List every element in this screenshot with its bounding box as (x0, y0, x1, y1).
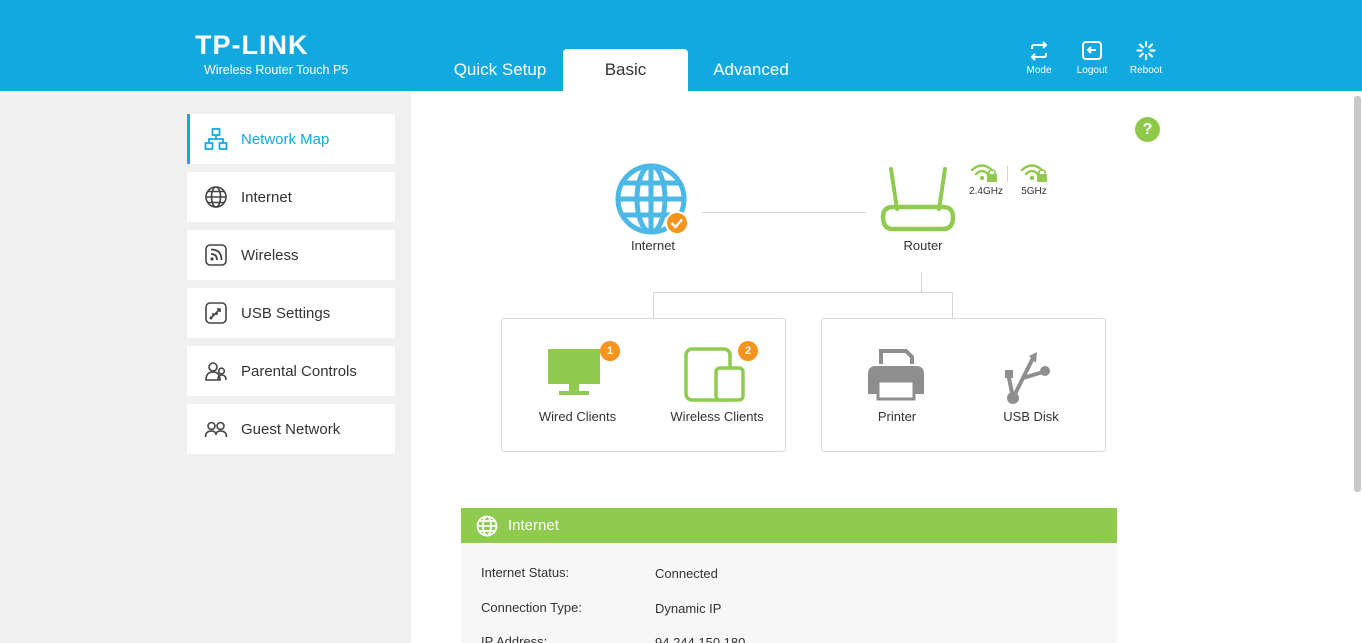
ip-address-label: IP Address: (481, 634, 548, 643)
printer-icon (868, 349, 924, 401)
router-icon (880, 167, 956, 232)
page-scrollbar[interactable] (1354, 96, 1361, 492)
connection-type-value: Dynamic IP (655, 601, 722, 616)
sidebar-item-internet[interactable]: Internet (187, 172, 395, 222)
internet-globe-icon (615, 163, 689, 235)
sidebar-item-label: USB Settings (241, 304, 331, 322)
mode-label: Mode (1026, 65, 1052, 76)
globe-icon (204, 185, 228, 209)
parental-controls-icon (204, 359, 228, 383)
sidebar-item-label: Wireless (241, 246, 299, 264)
ip-address-value: 94.244.150.180 (655, 635, 746, 643)
sidebar-item-guest-network[interactable]: Guest Network (187, 404, 395, 454)
wired-clients-label: Wired Clients (538, 409, 617, 424)
wireless-clients-node[interactable] (683, 346, 745, 402)
sidebar-item-label: Network Map (241, 130, 330, 148)
top-header: TP-LINK Wireless Router Touch P5 Quick S… (0, 0, 1362, 91)
sidebar-item-label: Parental Controls (241, 362, 357, 380)
tab-basic[interactable]: Basic (563, 49, 688, 91)
band-24ghz-label: 2.4GHz (969, 186, 1003, 197)
internet-node[interactable] (614, 162, 690, 236)
band-divider (1007, 166, 1008, 182)
internet-status-label: Internet Status: (481, 565, 570, 580)
branch-left-line (653, 292, 654, 318)
router-stem-line (921, 272, 922, 292)
logout-button[interactable]: Logout (1070, 40, 1114, 76)
sidebar-item-parental-controls[interactable]: Parental Controls (187, 346, 395, 396)
tab-advanced[interactable]: Advanced (696, 49, 806, 91)
reboot-button[interactable]: Reboot (1124, 40, 1168, 76)
guest-network-icon (204, 417, 228, 441)
reboot-icon (1136, 40, 1156, 61)
sidebar-item-label: Internet (241, 188, 292, 206)
internet-panel-body (461, 543, 1117, 643)
internet-panel-title: Internet (508, 517, 559, 534)
wireless-clients-label: Wireless Clients (670, 409, 764, 424)
sidebar-item-wireless[interactable]: Wireless (187, 230, 395, 280)
mode-icon (1030, 41, 1048, 61)
usb-disk-node[interactable] (1003, 350, 1055, 406)
logout-label: Logout (1076, 65, 1108, 76)
monitor-icon (548, 349, 600, 395)
devices-icon (684, 347, 745, 402)
branch-line (653, 292, 953, 293)
printer-label: Printer (877, 409, 917, 424)
router-node[interactable] (877, 165, 959, 235)
band-5ghz-label: 5GHz (1021, 186, 1047, 197)
sidebar-item-usb-settings[interactable]: USB Settings (187, 288, 395, 338)
internet-status-value: Connected (655, 566, 718, 581)
usb-disk-label: USB Disk (1003, 409, 1059, 424)
wired-clients-node[interactable] (545, 346, 603, 398)
wireless-clients-count-badge: 2 (738, 341, 758, 361)
internet-router-link (702, 212, 866, 213)
wifi-5ghz-icon (1020, 164, 1047, 182)
tab-quick-setup[interactable]: Quick Setup (438, 49, 562, 91)
network-map-icon (204, 127, 228, 151)
mode-button[interactable]: Mode (1017, 40, 1061, 76)
logout-icon (1082, 41, 1102, 60)
connection-type-label: Connection Type: (481, 600, 582, 615)
help-button[interactable]: ? (1135, 117, 1160, 142)
router-node-label: Router (903, 238, 943, 253)
reboot-label: Reboot (1129, 65, 1163, 76)
sidebar-item-network-map[interactable]: Network Map (187, 114, 395, 164)
usb-icon (1005, 352, 1050, 404)
usb-settings-icon (204, 301, 228, 325)
wired-clients-count-badge: 1 (600, 341, 620, 361)
globe-icon (476, 515, 498, 536)
brand-logo: TP-LINK (195, 30, 309, 60)
internet-node-label: Internet (630, 238, 676, 253)
wifi-24ghz-icon (970, 164, 997, 182)
printer-node[interactable] (864, 348, 928, 404)
internet-panel-header[interactable]: Internet (461, 508, 1117, 543)
branch-right-line (952, 292, 953, 318)
router-model-name: Wireless Router Touch P5 (204, 63, 349, 77)
wireless-icon (204, 243, 228, 267)
sidebar-item-label: Guest Network (241, 420, 341, 438)
